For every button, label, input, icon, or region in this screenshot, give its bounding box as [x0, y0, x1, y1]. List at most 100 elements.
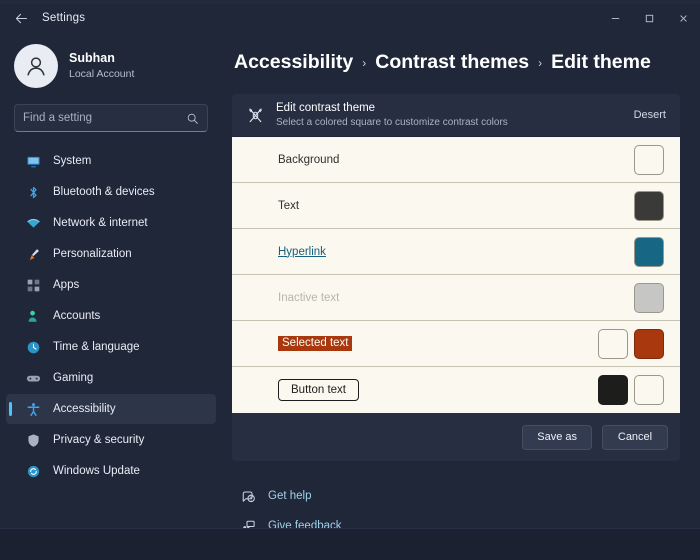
preview-row-label: Text [278, 199, 300, 212]
clock-globe-icon [24, 338, 42, 356]
cancel-button[interactable]: Cancel [602, 424, 668, 450]
color-swatch-button-text[interactable] [598, 375, 628, 405]
sidebar-item-bluetooth-devices[interactable]: Bluetooth & devices [6, 177, 216, 207]
minimize-button[interactable] [598, 4, 632, 32]
preview-row-label: Inactive text [278, 291, 340, 304]
breadcrumb-separator: › [538, 56, 543, 70]
get-help-icon [238, 489, 258, 504]
page-title: Edit theme [551, 50, 651, 73]
preview-row-label: Hyperlink [278, 245, 326, 258]
swatch-group [634, 144, 664, 175]
edit-contrast-theme-card: Edit contrast theme Select a colored squ… [232, 94, 680, 461]
breadcrumb-item-accessibility[interactable]: Accessibility [234, 51, 353, 74]
window-titlebar: Settings [0, 4, 700, 32]
person-avatar-icon [27, 57, 45, 76]
sidebar-item-apps[interactable]: Apps [6, 270, 216, 300]
main-content: Accessibility › Contrast themes › Edit t… [222, 32, 700, 532]
monitor-icon [24, 152, 42, 170]
edit-contrast-theme-icon [244, 104, 266, 126]
color-swatch-background[interactable] [634, 144, 664, 175]
sidebar-item-privacy-security[interactable]: Privacy & security [6, 425, 216, 455]
preview-row-label[interactable]: Button text [278, 379, 359, 401]
swatch-group [598, 375, 664, 405]
taskbar [0, 528, 700, 560]
preview-row-selected-text: Selected text [232, 321, 680, 367]
sidebar-item-label: Privacy & security [53, 434, 145, 446]
sidebar: Subhan Local Account System [0, 32, 222, 528]
footer-link-label[interactable]: Get help [268, 490, 311, 502]
sidebar-item-gaming[interactable]: Gaming [6, 363, 216, 393]
preview-row-label: Selected text [278, 336, 353, 351]
avatar [14, 44, 58, 88]
settings-window: Settings Subhan Local Account Find a set… [0, 0, 700, 560]
sidebar-item-windows-update[interactable]: Windows Update [6, 456, 216, 486]
preview-row-inactive-text: Inactive text [232, 275, 680, 321]
swatch-group [634, 236, 664, 267]
window-title: Settings [42, 12, 86, 24]
color-swatch-button-background[interactable] [634, 375, 664, 405]
search-input[interactable] [23, 112, 186, 124]
breadcrumb-separator: › [362, 56, 367, 70]
get-help-link[interactable]: Get help [238, 483, 684, 509]
sidebar-item-personalization[interactable]: Personalization [6, 239, 216, 269]
back-button[interactable] [6, 5, 36, 31]
wifi-icon [24, 214, 42, 232]
color-swatch-selected-text-background[interactable] [634, 328, 664, 359]
close-button[interactable] [666, 4, 700, 32]
theme-name-label: Desert [633, 109, 666, 121]
sidebar-item-accessibility[interactable]: Accessibility [6, 394, 216, 424]
sidebar-item-label: System [53, 155, 92, 167]
shield-icon [24, 431, 42, 449]
paintbrush-icon [24, 245, 42, 263]
card-header-title: Edit contrast theme [276, 101, 376, 114]
breadcrumb-item-contrast-themes[interactable]: Contrast themes [375, 51, 529, 74]
sidebar-nav: System Bluetooth & devices Network & int… [0, 146, 222, 486]
profile-text: Subhan Local Account [69, 51, 134, 81]
swatch-group [634, 190, 664, 221]
sidebar-item-network-internet[interactable]: Network & internet [6, 208, 216, 238]
sidebar-item-label: Windows Update [53, 465, 140, 477]
preview-row-background: Background [232, 137, 680, 183]
swatch-group [598, 328, 664, 359]
profile-name: Subhan [69, 51, 115, 66]
sidebar-item-label: Accounts [53, 310, 101, 322]
sidebar-item-time-language[interactable]: Time & language [6, 332, 216, 362]
color-swatch-inactive-text[interactable] [634, 282, 664, 313]
sidebar-item-label: Time & language [53, 341, 140, 353]
breadcrumb: Accessibility › Contrast themes › Edit t… [232, 40, 684, 84]
preview-row-button-text: Button text [232, 367, 680, 413]
preview-row-hyperlink: Hyperlink [232, 229, 680, 275]
color-swatch-selected-text-foreground[interactable] [598, 328, 628, 359]
sidebar-item-label: Gaming [53, 372, 94, 384]
card-footer: Save as Cancel [232, 413, 680, 461]
card-header-subtitle: Select a colored square to customize con… [276, 117, 508, 129]
back-arrow-icon [15, 13, 27, 23]
sidebar-item-accounts[interactable]: Accounts [6, 301, 216, 331]
bluetooth-icon [24, 183, 42, 201]
maximize-button[interactable] [632, 4, 666, 32]
color-swatch-text[interactable] [634, 190, 664, 221]
card-header-texts: Edit contrast theme Select a colored squ… [276, 101, 508, 130]
accessibility-person-icon [24, 400, 42, 418]
color-swatch-hyperlink[interactable] [634, 236, 664, 267]
sidebar-item-label: Apps [53, 279, 80, 291]
swatch-group [634, 282, 664, 313]
update-refresh-icon [24, 462, 42, 480]
preview-row-text: Text [232, 183, 680, 229]
user-profile[interactable]: Subhan Local Account [0, 38, 222, 94]
theme-preview-list: Background Text Hyperlink Inactive text … [232, 136, 680, 413]
preview-row-label: Background [278, 153, 340, 166]
gamepad-icon [24, 369, 42, 387]
search-icon [186, 112, 199, 125]
save-as-button[interactable]: Save as [522, 424, 592, 450]
maximize-icon [645, 14, 653, 22]
accounts-people-icon [24, 307, 42, 325]
sidebar-item-label: Network & internet [53, 217, 148, 229]
search-box[interactable] [14, 104, 208, 132]
sidebar-item-system[interactable]: System [6, 146, 216, 176]
minimize-icon [611, 17, 619, 19]
apps-grid-icon [24, 276, 42, 294]
profile-subtitle: Local Account [69, 67, 135, 80]
close-icon [679, 14, 687, 22]
sidebar-item-label: Bluetooth & devices [53, 186, 155, 198]
